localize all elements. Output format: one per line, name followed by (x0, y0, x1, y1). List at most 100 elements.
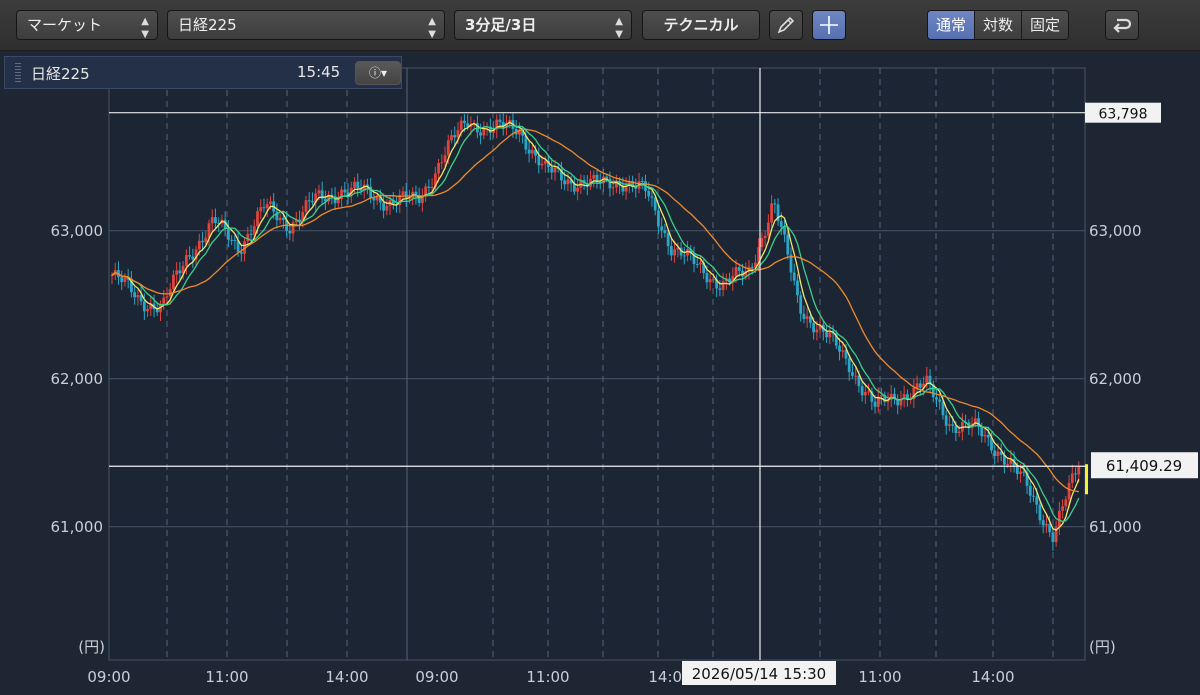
candle-body (1045, 523, 1048, 526)
candle-body (948, 424, 951, 426)
candle-body (983, 434, 987, 437)
candle-body (1067, 482, 1071, 500)
scale-mode-fixed[interactable]: 固定 (1022, 11, 1069, 39)
candle-body (650, 196, 654, 198)
y-tick-label-right: 61,000 (1089, 518, 1142, 536)
candle-body (498, 119, 502, 122)
last-price-label: 61,409.29 (1106, 457, 1182, 475)
candle-body (463, 120, 466, 124)
info-icon: ⓘ▾ (368, 66, 388, 80)
candle-body (605, 176, 609, 179)
candle-body (935, 397, 938, 400)
candle-body (479, 132, 482, 136)
candle-body (1074, 473, 1077, 475)
last-price-marker (1085, 464, 1088, 495)
candle-body (184, 255, 188, 266)
candle-body (673, 249, 676, 256)
candle-body (372, 198, 376, 201)
candle-body (550, 166, 554, 173)
candle-body (708, 279, 712, 283)
candle-body (854, 375, 858, 377)
scale-mode-log[interactable]: 対数 (975, 11, 1023, 39)
toolbar: マーケット ▲ ▼ 日経225 ▲ ▼ 3分足/3日 ▲ ▼ テクニカル 通常 対数 … (0, 0, 1200, 51)
candle-body (938, 399, 942, 402)
candle-body (291, 222, 295, 234)
drag-grip-icon[interactable] (15, 63, 21, 83)
candle-body (815, 329, 819, 333)
candle-body (404, 191, 408, 199)
candle-body (699, 262, 702, 265)
candle-body (197, 240, 201, 250)
candle-body (450, 135, 453, 141)
candle-body (695, 263, 699, 265)
candle-body (647, 190, 651, 197)
candle-body (1077, 466, 1081, 475)
candle-body (165, 296, 169, 298)
scale-mode-normal[interactable]: 通常 (928, 11, 976, 39)
y-tick-label-right: 63,000 (1089, 222, 1142, 240)
candle-body (230, 239, 234, 241)
plot-frame (108, 67, 1086, 661)
market-select[interactable]: マーケット ▲ ▼ (16, 10, 158, 40)
info-symbol: 日経225 (31, 65, 90, 83)
market-select-label: マーケット (27, 16, 103, 34)
candle-body (1064, 499, 1068, 507)
candle-body (256, 211, 259, 227)
crosshair-icon (820, 16, 838, 34)
candle-body (453, 135, 457, 138)
candle-body (427, 186, 431, 188)
candle-body (640, 180, 644, 182)
x-tick-label: 11:00 (858, 668, 901, 686)
candle-body (737, 267, 741, 271)
candle-body (459, 120, 463, 131)
x-tick-label: 09:00 (415, 668, 458, 686)
high-price-label: 63,798 (1099, 107, 1148, 123)
candle-body (750, 266, 754, 268)
crosshair-button[interactable] (812, 10, 846, 40)
chart-area[interactable]: 61,000 61,000 62,000 62,000 63,000 63,000 (円) (… (0, 51, 1200, 695)
candle-body (760, 238, 764, 248)
candle-body (863, 392, 867, 396)
candle-body (110, 275, 114, 277)
candle-body (307, 200, 311, 202)
candle-body (336, 198, 340, 204)
y-tick-label-left: 61,000 (51, 518, 104, 536)
info-time: 15:45 (297, 63, 341, 81)
candle-body (666, 232, 670, 247)
candle-body (779, 221, 783, 228)
candle-body (980, 426, 984, 437)
candle-body (1019, 471, 1022, 474)
x-tick-label: 09:00 (87, 668, 130, 686)
candle-body (1006, 463, 1010, 465)
candle-body (721, 281, 725, 290)
y-unit-left: (円) (78, 638, 105, 656)
candle-body (239, 252, 243, 254)
pencil-icon (777, 16, 795, 34)
candle-body (136, 295, 140, 298)
candle-body (838, 345, 841, 352)
candle-body (957, 431, 961, 434)
candle-body (880, 395, 883, 397)
candle-body (353, 181, 356, 188)
candle-body (802, 313, 806, 319)
candle-body (146, 308, 149, 312)
candle-body (443, 155, 447, 163)
candle-body (944, 415, 948, 426)
technical-button[interactable]: テクニカル (642, 10, 760, 40)
candle-body (446, 140, 450, 156)
x-tick-label: 11:00 (526, 668, 569, 686)
undo-button[interactable] (1105, 10, 1139, 40)
candle-body (712, 279, 715, 281)
price-chart[interactable]: 61,000 61,000 62,000 62,000 63,000 63,000 (円) (… (0, 51, 1200, 695)
candle-body (825, 331, 828, 338)
candle-body (259, 207, 263, 212)
pencil-button[interactable] (769, 10, 803, 40)
info-menu-button[interactable]: ⓘ▾ (355, 61, 401, 85)
candle-body (1041, 520, 1045, 526)
period-select[interactable]: 3分足/3日 ▲ ▼ (454, 10, 632, 40)
undo-icon (1113, 18, 1132, 33)
candle-body (851, 372, 854, 376)
symbol-select[interactable]: 日経225 ▲ ▼ (167, 10, 445, 40)
candle-body (1035, 496, 1039, 505)
candle-body (385, 205, 389, 211)
